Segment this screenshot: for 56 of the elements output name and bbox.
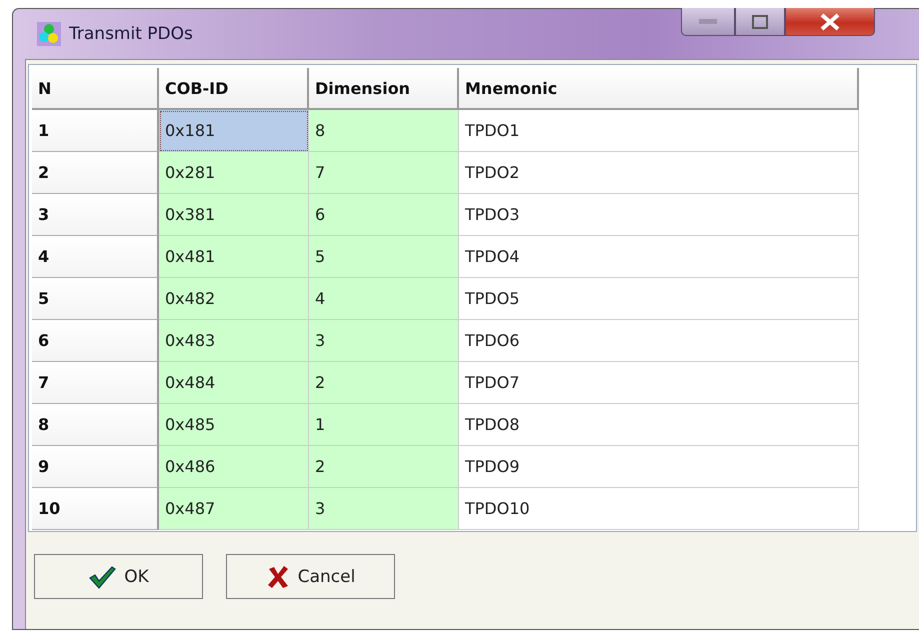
row-header[interactable]: 8 xyxy=(32,404,159,446)
ok-button[interactable]: OK xyxy=(34,554,203,599)
table-cell[interactable]: 3 xyxy=(309,320,459,362)
row-header[interactable]: 7 xyxy=(32,362,159,404)
cross-icon xyxy=(266,564,290,588)
table-cell[interactable]: 0x381 xyxy=(159,194,309,236)
row-header[interactable]: 6 xyxy=(32,320,159,362)
table-cell[interactable]: 8 xyxy=(309,110,459,152)
minimize-icon xyxy=(699,18,717,24)
close-button[interactable] xyxy=(785,8,875,36)
row-header[interactable]: 3 xyxy=(32,194,159,236)
table-cell[interactable]: 2 xyxy=(309,446,459,488)
row-header[interactable]: 9 xyxy=(32,446,159,488)
table-cell[interactable]: 5 xyxy=(309,236,459,278)
row-header[interactable]: 5 xyxy=(32,278,159,320)
table-cell[interactable]: TPDO7 xyxy=(459,362,859,404)
table-cell[interactable]: TPDO2 xyxy=(459,152,859,194)
table-cell[interactable]: TPDO3 xyxy=(459,194,859,236)
column-header[interactable]: Mnemonic xyxy=(459,68,859,110)
table-cell[interactable]: 4 xyxy=(309,278,459,320)
row-header[interactable]: 2 xyxy=(32,152,159,194)
column-header[interactable]: COB-ID xyxy=(159,68,309,110)
table-cell[interactable]: TPDO9 xyxy=(459,446,859,488)
app-icon xyxy=(37,22,61,46)
table-cell[interactable]: 0x181 xyxy=(159,110,309,152)
table-cell[interactable]: 0x486 xyxy=(159,446,309,488)
table-cell[interactable]: 0x481 xyxy=(159,236,309,278)
table-cell[interactable]: TPDO5 xyxy=(459,278,859,320)
window-title: Transmit PDOs xyxy=(69,24,193,44)
table-cell[interactable]: 7 xyxy=(309,152,459,194)
table-cell[interactable]: 6 xyxy=(309,194,459,236)
row-header[interactable]: 4 xyxy=(32,236,159,278)
maximize-icon xyxy=(752,14,768,28)
minimize-button[interactable] xyxy=(681,8,735,36)
maximize-button[interactable] xyxy=(735,8,785,36)
column-header[interactable]: Dimension xyxy=(309,68,459,110)
table-cell[interactable]: TPDO8 xyxy=(459,404,859,446)
table-cell[interactable]: 0x487 xyxy=(159,488,309,530)
column-header[interactable]: N xyxy=(32,68,159,110)
row-header[interactable]: 10 xyxy=(32,488,159,530)
table-cell[interactable]: TPDO10 xyxy=(459,488,859,530)
table-cell[interactable]: TPDO6 xyxy=(459,320,859,362)
row-header[interactable]: 1 xyxy=(32,110,159,152)
table-cell[interactable]: 2 xyxy=(309,362,459,404)
table-cell[interactable]: 0x485 xyxy=(159,404,309,446)
close-icon xyxy=(819,12,841,30)
table-cell[interactable]: TPDO4 xyxy=(459,236,859,278)
table-cell[interactable]: 0x483 xyxy=(159,320,309,362)
cancel-button[interactable]: Cancel xyxy=(226,554,395,599)
checkmark-icon xyxy=(88,564,116,588)
table-cell[interactable]: TPDO1 xyxy=(459,110,859,152)
table-cell[interactable]: 0x281 xyxy=(159,152,309,194)
table-cell[interactable]: 0x484 xyxy=(159,362,309,404)
table-cell[interactable]: 1 xyxy=(309,404,459,446)
table-cell[interactable]: 3 xyxy=(309,488,459,530)
table-cell[interactable]: 0x482 xyxy=(159,278,309,320)
